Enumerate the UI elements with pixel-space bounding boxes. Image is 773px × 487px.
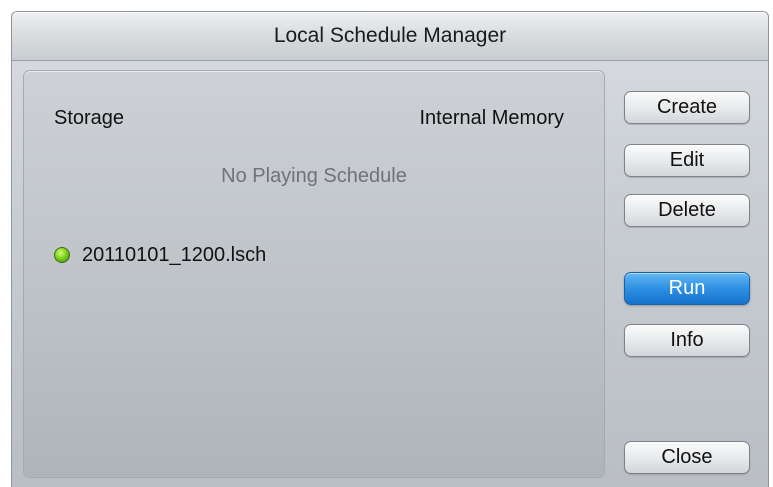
status-indicator-icon: [54, 247, 70, 263]
info-button[interactable]: Info: [624, 324, 750, 357]
title-bar: Local Schedule Manager: [12, 12, 768, 61]
schedule-manager-window: Local Schedule Manager Storage Internal …: [11, 11, 769, 487]
create-button[interactable]: Create: [624, 91, 750, 124]
window-title: Local Schedule Manager: [273, 24, 507, 47]
storage-value[interactable]: Internal Memory: [420, 107, 565, 130]
storage-label: Storage: [54, 107, 125, 129]
schedule-panel: Storage Internal Memory No Playing Sched…: [23, 70, 605, 478]
edit-button[interactable]: Edit: [624, 144, 750, 177]
delete-button[interactable]: Delete: [624, 194, 750, 227]
close-button[interactable]: Close: [624, 441, 750, 474]
schedule-list-item[interactable]: 20110101_1200.lsch: [54, 242, 266, 268]
status-message: No Playing Schedule: [221, 165, 407, 187]
schedule-file-name: 20110101_1200.lsch: [82, 243, 267, 266]
run-button[interactable]: Run: [624, 272, 750, 305]
